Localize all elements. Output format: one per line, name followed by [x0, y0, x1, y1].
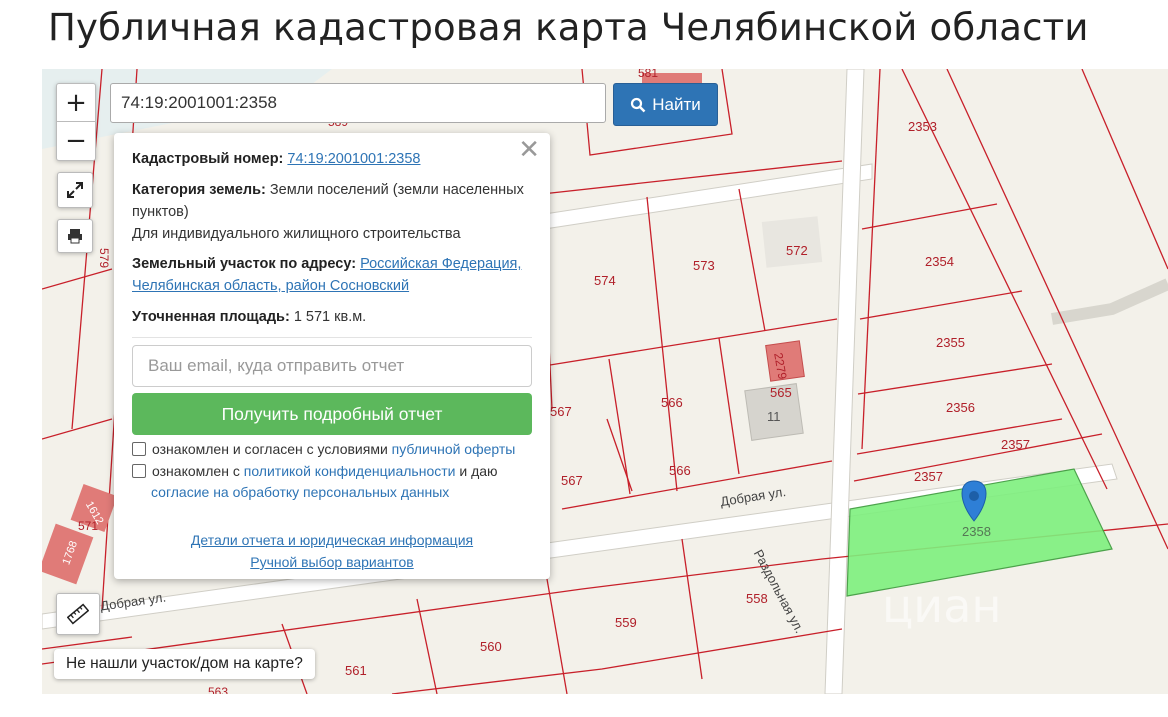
area-row: Уточненная площадь: 1 571 кв.м.: [132, 306, 532, 328]
parcel-label: 2358: [962, 524, 991, 539]
parcel-label: 566: [669, 463, 691, 478]
zoom-control: + −: [56, 83, 96, 161]
parcel-label: 567: [550, 404, 572, 419]
privacy-checkbox[interactable]: [132, 464, 146, 478]
page-title: Публичная кадастровая карта Челябинской …: [48, 6, 1089, 49]
parcel-label: 579: [97, 247, 112, 269]
privacy-policy-link[interactable]: политикой конфиденциальности: [244, 463, 456, 479]
parcel-label: 2355: [936, 335, 965, 350]
ruler-icon: [67, 603, 89, 625]
search-button-label: Найти: [652, 94, 701, 114]
manual-select: Ручной выбор вариантов: [114, 551, 550, 573]
print-button[interactable]: [57, 219, 93, 253]
parcel-info-popup: ✕ Кадастровый номер: 74:19:2001001:2358 …: [114, 133, 550, 579]
parcel-label: 567: [561, 473, 583, 488]
cadastral-number-link[interactable]: 74:19:2001001:2358: [287, 151, 420, 167]
parcel-label: 559: [615, 615, 637, 630]
parcel-label: 11: [767, 409, 781, 424]
parcel-label: 571: [78, 519, 99, 533]
zoom-out-button[interactable]: −: [57, 121, 95, 159]
parcel-label: 2354: [925, 254, 954, 269]
search-icon: [631, 97, 646, 112]
not-found-button[interactable]: Не нашли участок/дом на карте?: [54, 649, 315, 679]
search-button[interactable]: Найти: [613, 83, 718, 126]
area-value: 1 571 кв.м.: [293, 309, 367, 325]
land-category-row: Категория земель: Земли поселений (земли…: [132, 179, 532, 245]
parcel-label: 560: [480, 639, 502, 654]
privacy-consent: ознакомлен с политикой конфиденциальност…: [132, 461, 542, 503]
parcel-label: 581: [638, 69, 659, 80]
cadastral-number-row: Кадастровый номер: 74:19:2001001:2358: [132, 148, 532, 170]
address-row: Земельный участок по адресу: Российская …: [132, 253, 532, 297]
zoom-in-button[interactable]: +: [57, 84, 95, 121]
parcel-label: 2357: [1001, 437, 1030, 452]
building-572: [761, 216, 823, 268]
divider: [132, 337, 532, 338]
parcel-label: 574: [594, 273, 616, 288]
consent-text: и даю: [459, 463, 498, 479]
consent-text: ознакомлен и согласен с условиями: [152, 441, 388, 457]
parcel-label: 563: [208, 685, 229, 694]
public-offer-link[interactable]: публичной оферты: [392, 441, 516, 457]
parcel-label: 561: [345, 663, 367, 678]
parcel-label: 2356: [946, 400, 975, 415]
parcel-label: 566: [661, 395, 683, 410]
email-field[interactable]: [132, 345, 532, 387]
cadastral-search-input[interactable]: [110, 83, 606, 123]
parcel-label: 573: [693, 258, 715, 273]
cadastral-number-label: Кадастровый номер:: [132, 151, 284, 167]
parcel-label: 572: [786, 243, 808, 258]
report-details-link[interactable]: Детали отчета и юридическая информация: [191, 532, 473, 548]
area-label: Уточненная площадь:: [132, 309, 290, 325]
parcel-label: 558: [746, 591, 768, 606]
land-use-value: Для индивидуального жилищного строительс…: [132, 226, 461, 242]
land-category-label: Категория земель:: [132, 182, 266, 198]
get-report-button[interactable]: Получить подробный отчет: [132, 393, 532, 435]
watermark: циан: [882, 579, 1002, 633]
parcel-label: 2353: [908, 119, 937, 134]
personal-data-link[interactable]: согласие на обработку персональных данны…: [151, 484, 449, 500]
consent-text: ознакомлен с: [152, 463, 240, 479]
printer-icon: [68, 229, 82, 244]
ruler-button[interactable]: [56, 593, 100, 635]
expand-icon: [67, 182, 83, 198]
offer-checkbox[interactable]: [132, 442, 146, 456]
fullscreen-button[interactable]: [57, 172, 93, 208]
offer-consent: ознакомлен и согласен с условиями публич…: [132, 439, 542, 460]
parcel-label: 2357: [914, 469, 943, 484]
address-label: Земельный участок по адресу:: [132, 256, 357, 272]
cadastral-map[interactable]: 581 589 2353 579 574 573 572 2354 2355 2…: [42, 69, 1168, 694]
parcel-label: 565: [770, 385, 792, 400]
manual-select-link[interactable]: Ручной выбор вариантов: [250, 554, 414, 570]
report-details: Детали отчета и юридическая информация: [114, 529, 550, 551]
